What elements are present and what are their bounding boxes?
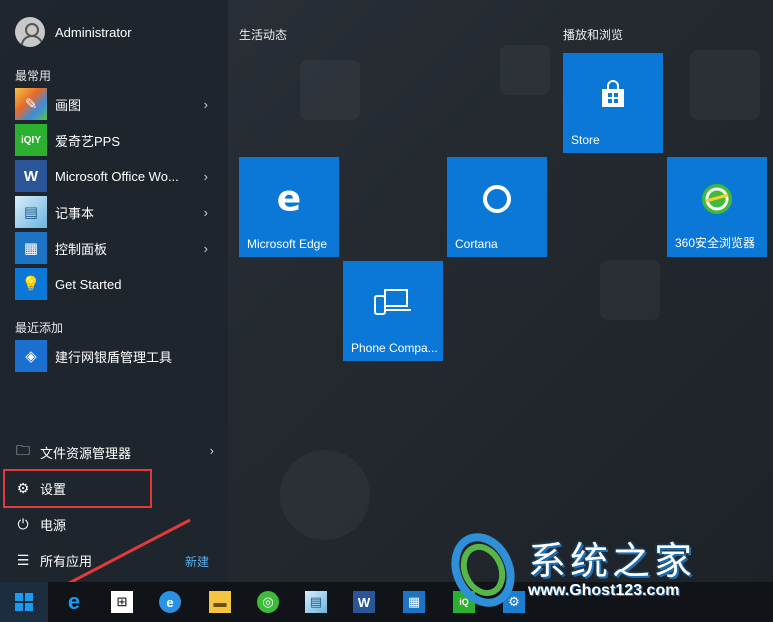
user-avatar-icon [15,17,45,47]
new-badge: 新建 [185,555,210,569]
chevron-right-icon[interactable]: › [204,205,208,220]
most-used-heading: 最常用 [15,69,52,83]
paint-icon: ✎ [15,88,47,120]
360-browser-icon [702,184,732,214]
site-watermark: 系统之家 www.Ghost123.com [443,528,763,608]
tile-cortana[interactable]: Cortana [447,157,547,257]
taskbar-store[interactable]: ⊞ [98,582,146,622]
power-label: 电源 [40,517,67,533]
group-title-life: 生活动态 [239,28,288,42]
app-label: 爱奇艺PPS [55,133,121,149]
edge-icon: e [67,589,81,614]
file-explorer-item[interactable]: 🗀 文件资源管理器 › [14,440,214,464]
chevron-right-icon[interactable]: › [204,169,208,184]
app-label: 建行网银盾管理工具 [55,349,173,365]
store-icon [602,80,624,107]
app-item-get-started[interactable]: 💡 Get Started [15,268,220,300]
tile-label: Cortana [455,237,498,251]
cortana-icon [483,185,511,213]
start-button[interactable] [0,582,48,622]
app-item-notepad[interactable]: ▤ 记事本 › [15,196,220,228]
tile-edge[interactable]: e Microsoft Edge [239,157,339,257]
file-explorer-label: 文件资源管理器 [40,445,132,461]
start-menu-left-pane: Administrator 最常用 ✎ 画图 › iQIY 爱奇艺PPS W M… [0,0,228,582]
taskbar-ie[interactable]: e [146,582,194,622]
get-started-icon: 💡 [15,268,47,300]
recently-added-heading: 最近添加 [15,321,64,335]
user-account[interactable]: Administrator [15,17,132,47]
app-label: Microsoft Office Wo... [55,168,179,184]
app-item-word[interactable]: W Microsoft Office Wo... › [15,160,220,192]
tile-phone-companion[interactable]: Phone Compa... [343,261,443,361]
ccb-icon: ◈ [15,340,47,372]
tile-label: Store [571,133,600,147]
control-panel-icon: ▦ [15,232,47,264]
iqiyi-icon: iQIY [15,124,47,156]
taskbar-edge[interactable]: e [50,582,98,622]
chevron-right-icon[interactable]: › [204,241,208,256]
tile-store[interactable]: Store [563,53,663,153]
notepad-icon: ▤ [15,196,47,228]
chevron-right-icon[interactable]: › [204,97,208,112]
settings-highlight-annotation [3,469,152,508]
word-icon: W [15,160,47,192]
app-item-ccb[interactable]: ◈ 建行网银盾管理工具 [15,340,220,372]
watermark-text: 系统之家 [528,539,697,583]
word-icon: W [353,591,375,613]
start-menu: Administrator 最常用 ✎ 画图 › iQIY 爱奇艺PPS W M… [0,0,773,582]
app-item-iqiyi[interactable]: iQIY 爱奇艺PPS [15,124,220,156]
store-icon: ⊞ [111,591,133,613]
windows-start-icon [15,593,33,611]
all-apps-item[interactable]: ☰ 所有应用 [14,548,214,572]
app-item-paint[interactable]: ✎ 画图 › [15,88,220,120]
watermark-url: www.Ghost123.com [528,582,680,599]
tile-label: 360安全浏览器 [675,236,756,250]
taskbar-notepad[interactable]: ▤ [292,582,340,622]
edge-icon: e [276,178,302,220]
app-label: 画图 [55,97,82,113]
list-icon: ☰ [16,551,30,568]
notepad-icon: ▤ [305,591,327,613]
phone-companion-icon [374,289,411,315]
chevron-right-icon[interactable]: › [210,443,214,458]
taskbar-control-panel[interactable]: ▦ [390,582,438,622]
app-item-control-panel[interactable]: ▦ 控制面板 › [15,232,220,264]
tile-360-browser[interactable]: 360安全浏览器 [667,157,767,257]
ie-icon: e [159,591,181,613]
user-name: Administrator [55,24,132,40]
power-item[interactable]: ⏻ 电源 [14,512,214,536]
taskbar-360-browser[interactable]: ◎ [244,582,292,622]
taskbar-file-explorer[interactable]: ▬ [196,582,244,622]
file-explorer-icon: ▬ [209,591,231,613]
folder-icon: 🗀 [16,442,30,458]
all-apps-label: 所有应用 [40,553,93,569]
app-label: 控制面板 [55,241,108,257]
group-title-play: 播放和浏览 [563,28,624,42]
watermark-logo-icon [451,533,515,607]
tile-label: Microsoft Edge [247,237,328,251]
360-browser-icon: ◎ [257,591,279,613]
taskbar-word[interactable]: W [340,582,388,622]
app-label: 记事本 [55,205,95,221]
control-panel-icon: ▦ [403,591,425,613]
app-label: Get Started [55,276,122,292]
power-icon: ⏻ [17,515,29,532]
tile-label: Phone Compa... [351,341,438,355]
